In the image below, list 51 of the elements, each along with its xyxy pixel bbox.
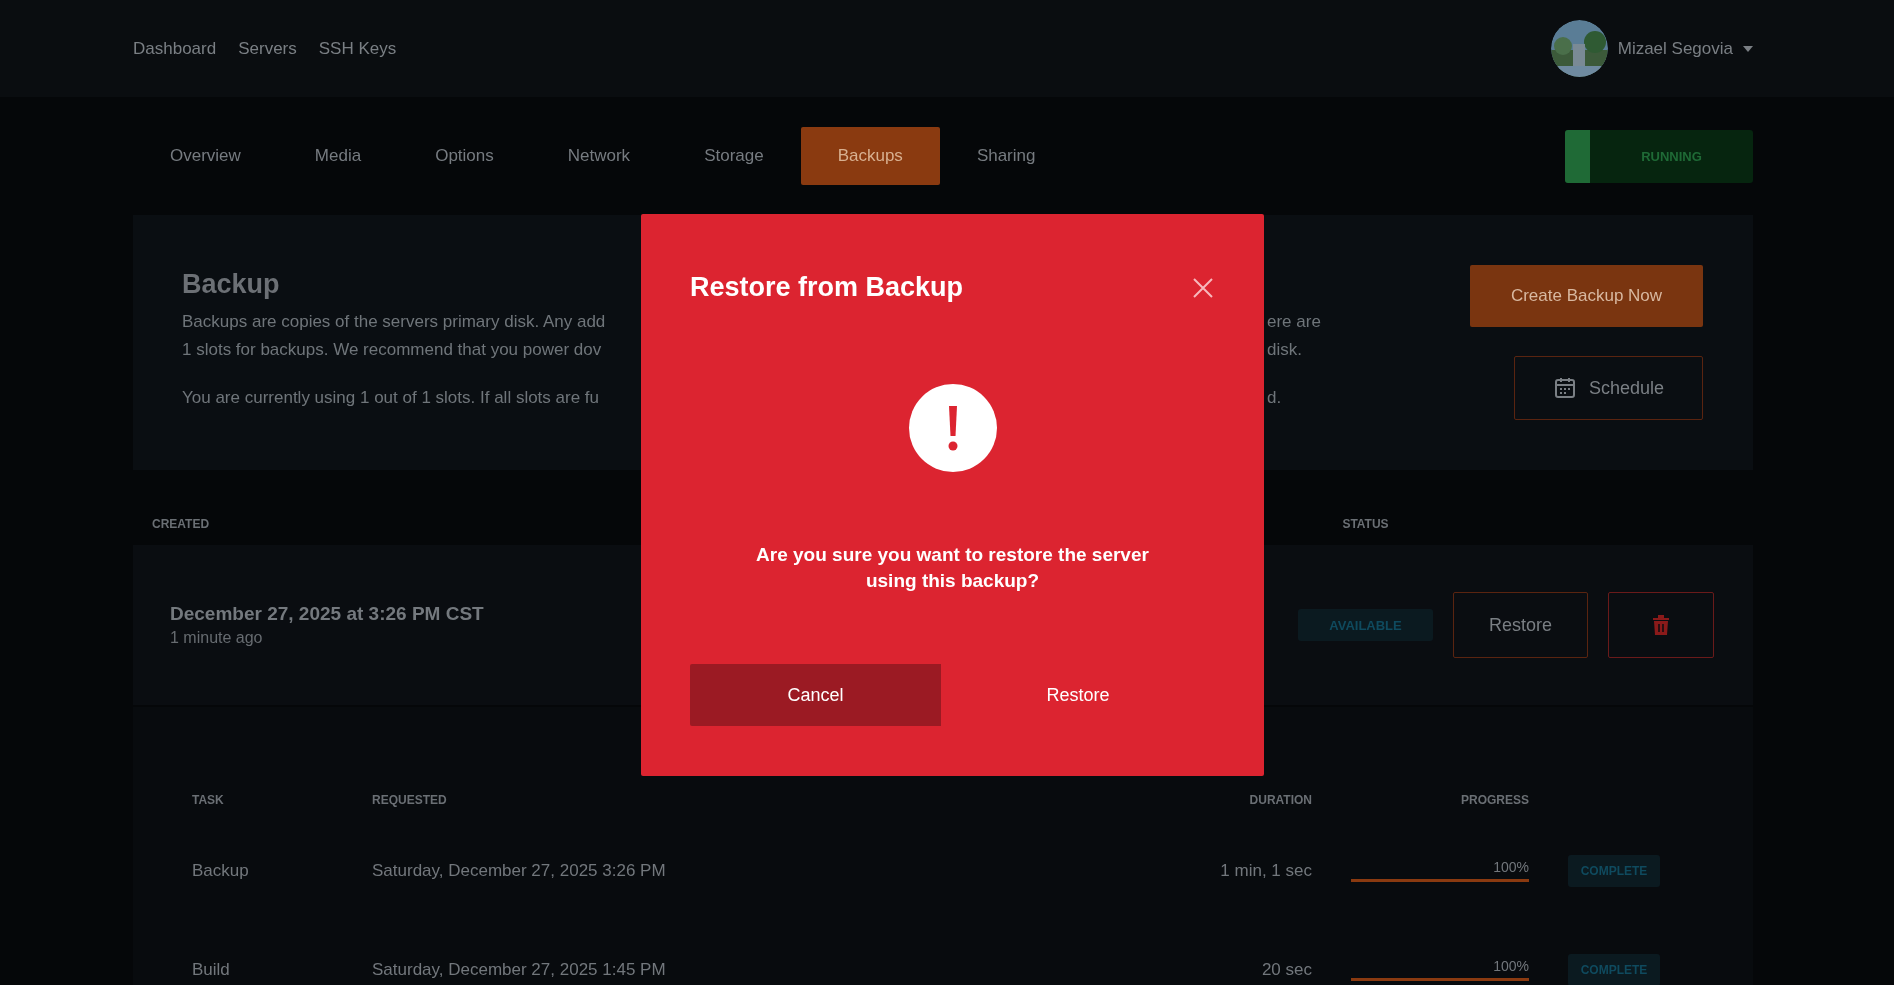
progress-label: 100% [1492,958,1529,974]
usage-text: You are currently using 1 out of 1 slots. If all slots are fu [182,387,601,409]
table-cell-text: Saturday, December 27, 2025 1:45 PM [372,959,667,980]
create-backup-button[interactable]: Create Backup Now [1470,265,1703,327]
progress-label: 100% [1492,859,1529,875]
warning-icon [908,384,997,472]
dialog-title: Restore from Backup [690,272,964,303]
trash-icon [1652,615,1670,635]
description-text: disk. [1267,339,1303,361]
description-text: Backups are copies of the servers primary disk. Any add [182,311,607,333]
status-indicator: RUNNING [1565,129,1753,183]
tab[interactable]: Sharing [939,127,1073,185]
column-header: CREATED [152,517,211,533]
tab[interactable]: Backups [800,127,940,185]
close-icon[interactable] [1191,275,1215,300]
backup-date: December 27, 2025 at 3:26 PM CST [170,603,485,625]
tab[interactable]: Overview [133,127,278,185]
tab[interactable]: Options [398,127,531,185]
section-title: Backup [182,269,280,300]
confirm-restore-button[interactable]: Restore [941,664,1215,726]
table-cell-text: 1 min, 1 sec [1219,860,1312,881]
user-name[interactable]: Mizael Segovia [1617,38,1733,59]
column-header: REQUESTED [372,793,448,807]
status-badge: AVAILABLE [1298,609,1433,641]
status-badge: COMPLETE [1568,953,1660,985]
nav-link[interactable]: Dashboard [133,38,217,59]
table-cell-text: Saturday, December 27, 2025 3:26 PM [372,860,667,881]
nav-link[interactable]: Servers [238,38,297,59]
nav-link[interactable]: SSH Keys [318,38,397,59]
tab[interactable]: Media [277,127,399,185]
column-header: TASK [192,793,225,807]
usage-text: d. [1267,387,1283,409]
table-cell-text: Backup [192,860,250,881]
tab[interactable]: Storage [667,127,801,185]
schedule-button[interactable]: Schedule [1514,356,1703,420]
tab[interactable]: Network [530,127,668,185]
cancel-button[interactable]: Cancel [690,664,941,726]
backup-age: 1 minute ago [170,629,264,647]
column-header: DURATION [1248,793,1312,807]
column-header: STATUS [1341,517,1390,533]
status-badge: COMPLETE [1568,854,1660,887]
restore-button[interactable]: Restore [1453,592,1588,658]
column-header: PROGRESS [1460,793,1529,807]
table-cell-text: 20 sec [1260,959,1312,980]
dialog-message: Are you sure you want to restore the server using this backup? [755,543,1150,593]
table-cell-text: Build [192,959,231,980]
calendar-icon [1552,376,1577,400]
description-text: ere are [1267,311,1322,333]
description-text: 1 slots for backups. We recommend that you power dov [182,339,603,361]
caret-icon[interactable] [1743,45,1753,52]
delete-button[interactable] [1608,592,1714,658]
